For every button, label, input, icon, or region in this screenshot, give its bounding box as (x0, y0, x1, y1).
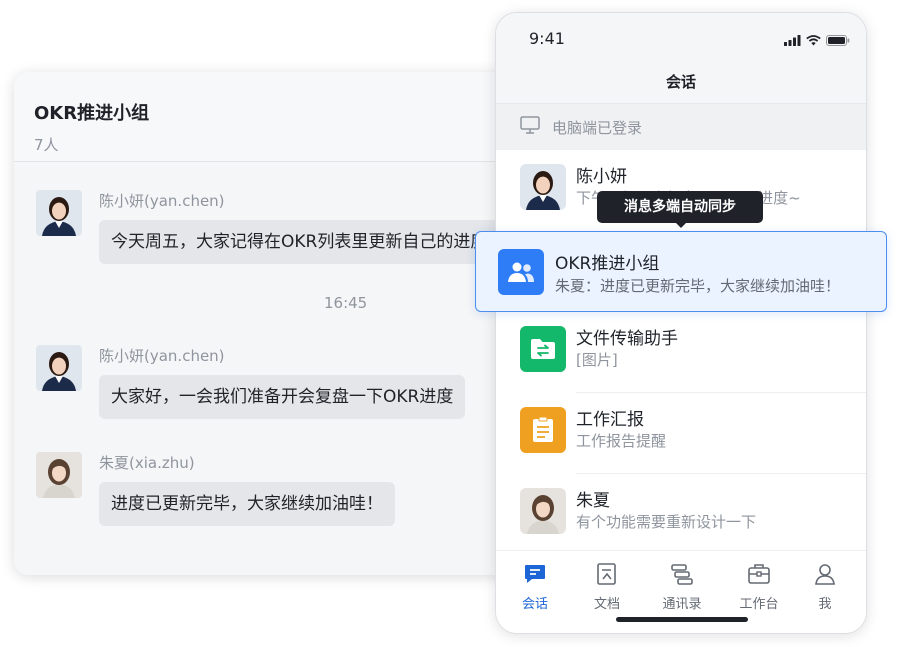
sync-tooltip: 消息多端自动同步 (597, 191, 763, 223)
desktop-chat-window: OKR推进小组 7人 陈小妍(yan.chen) 今天周五，大家记得在OKR列表… (14, 72, 574, 575)
member-count[interactable]: 7人 (34, 134, 574, 155)
avatar[interactable] (36, 345, 82, 391)
contacts-icon (652, 561, 712, 587)
avatar[interactable] (36, 190, 82, 236)
chat-header: OKR推进小组 7人 (14, 72, 574, 162)
conversation-item[interactable]: 工作汇报 工作报告提醒 (496, 393, 866, 474)
conversation-preview: 有个功能需要重新设计一下 (576, 513, 757, 531)
chat-icon (505, 561, 565, 587)
conversation-preview: 工作报告提醒 (576, 432, 667, 450)
sender-name: 朱夏(xia.zhu) (99, 454, 195, 472)
tab-me[interactable]: 我 (795, 561, 855, 612)
conversation-name: OKR推进小组 (555, 254, 660, 274)
tab-label: 文档 (593, 597, 620, 612)
avatar (520, 488, 566, 534)
chat-title: OKR推进小组 (34, 103, 150, 124)
conversation-name: 文件传输助手 (576, 329, 678, 349)
highlighted-conversation-card[interactable]: OKR推进小组 朱夏：进度已更新完毕，大家继续加油哇！ (475, 231, 887, 312)
status-bar: 9:41 (496, 13, 866, 63)
pc-login-banner[interactable]: 电脑端已登录 (496, 103, 866, 150)
briefcase-icon (729, 561, 789, 587)
phone-frame: 9:41 会话 电脑端已登录 陈小妍 文件传输助手 [图片] 工作汇报 工作报告… (495, 12, 867, 634)
sender-name: 陈小妍(yan.chen) (99, 192, 225, 210)
group-icon (498, 249, 544, 295)
monitor-icon (520, 116, 540, 138)
battery-icon (826, 31, 850, 50)
avatar (520, 164, 566, 210)
message-bubble[interactable]: 进度已更新完毕，大家继续加油哇！ (99, 482, 395, 526)
tab-workbench[interactable]: 工作台 (729, 561, 789, 612)
message-bubble[interactable]: 今天周五，大家记得在OKR列表里更新自己的进度 (99, 220, 500, 264)
tab-label: 我 (818, 597, 832, 612)
conversation-name: 朱夏 (576, 491, 610, 511)
avatar[interactable] (36, 452, 82, 498)
sender-name: 陈小妍(yan.chen) (99, 347, 225, 365)
report-icon (520, 407, 566, 453)
conversation-item[interactable]: 文件传输助手 [图片] (496, 312, 866, 393)
file-transfer-icon (520, 326, 566, 372)
wifi-icon (806, 31, 821, 50)
tab-label: 会话 (521, 597, 548, 612)
person-icon (795, 561, 855, 587)
tab-chat[interactable]: 会话 (505, 561, 565, 612)
conversation-item[interactable]: 朱夏 有个功能需要重新设计一下 (496, 474, 866, 555)
conversation-name: 工作汇报 (576, 410, 644, 430)
tab-contacts[interactable]: 通讯录 (652, 561, 712, 612)
status-time: 9:41 (529, 29, 565, 48)
message-timestamp: 16:45 (324, 294, 368, 312)
message-bubble[interactable]: 大家好，一会我们准备开会复盘一下OKR进度 (99, 375, 466, 419)
conversation-preview: [图片] (576, 351, 618, 369)
signal-icon (784, 31, 801, 50)
doc-icon (577, 561, 637, 587)
page-title: 会话 (665, 73, 696, 91)
pc-login-text: 电脑端已登录 (552, 118, 643, 137)
home-indicator (616, 617, 748, 622)
tab-label: 工作台 (739, 597, 779, 612)
tab-docs[interactable]: 文档 (577, 561, 637, 612)
nav-bar: 会话 (496, 63, 866, 103)
tooltip-arrow (675, 222, 687, 228)
conversation-name: 陈小妍 (576, 167, 627, 187)
conversation-preview: 朱夏：进度已更新完毕，大家继续加油哇！ (555, 277, 841, 295)
tab-label: 通讯录 (662, 597, 702, 612)
